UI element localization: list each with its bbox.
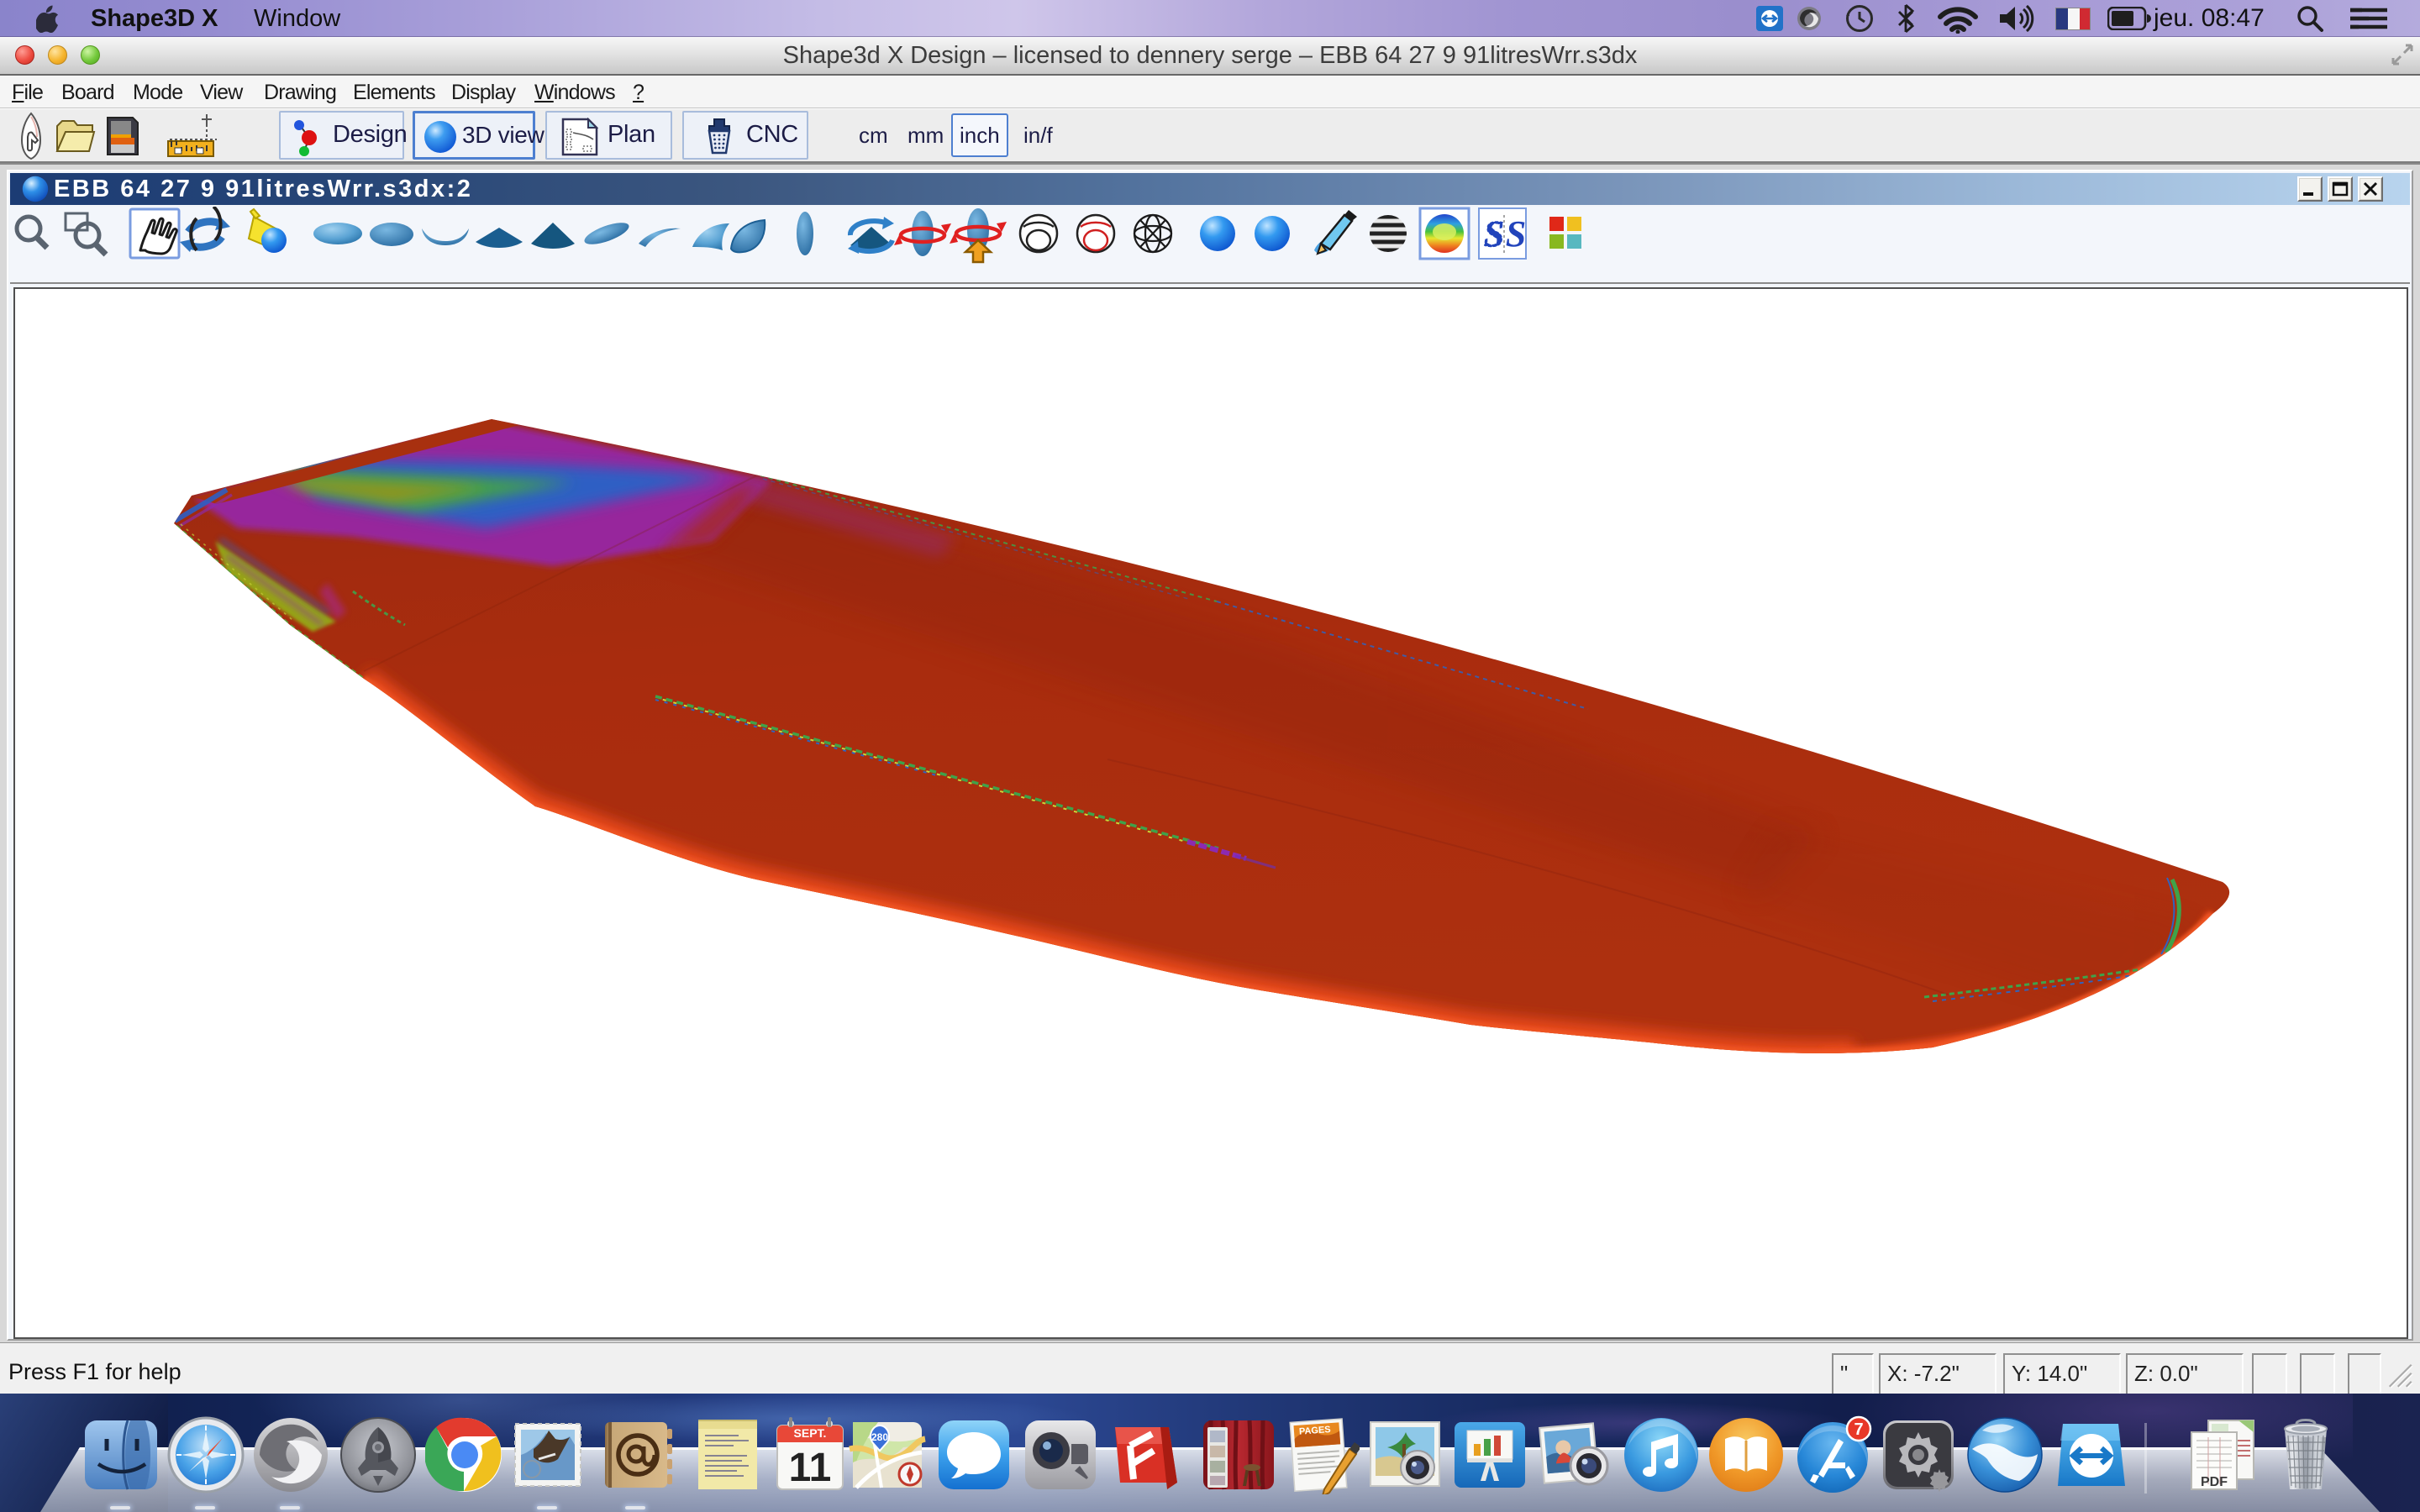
svg-text:7: 7 [1854, 1420, 1863, 1439]
svg-text:PDF: PDF [2201, 1475, 2228, 1489]
svg-text:SEPT.: SEPT. [794, 1426, 827, 1440]
svg-text:S: S [1484, 213, 1504, 255]
svg-text:S: S [1506, 213, 1526, 255]
svg-text:11: 11 [789, 1446, 832, 1490]
svg-text:280: 280 [871, 1431, 888, 1443]
